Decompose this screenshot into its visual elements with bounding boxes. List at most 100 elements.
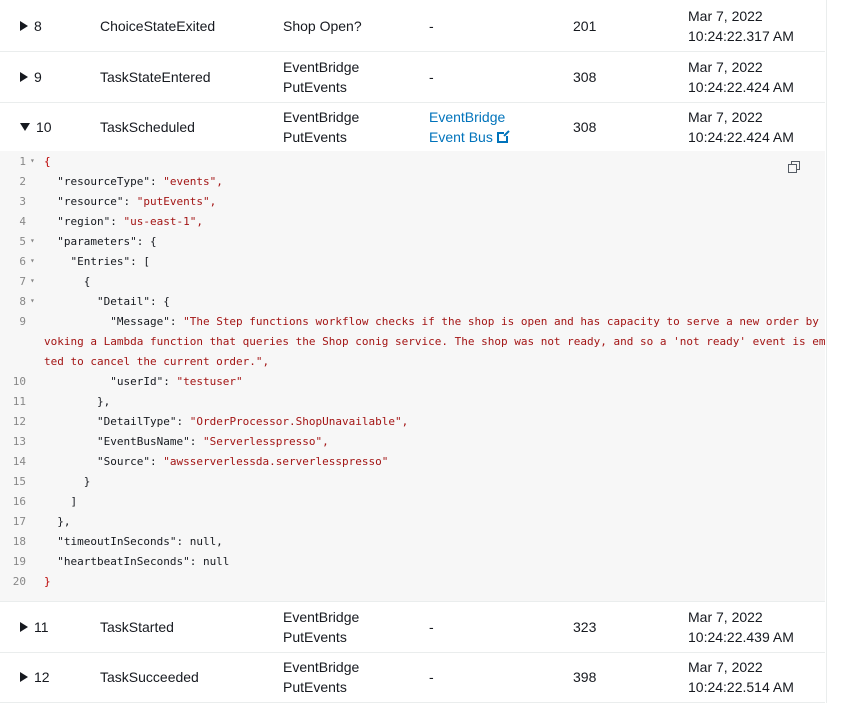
line-number: 5 <box>19 235 26 248</box>
line-number: 18 <box>12 535 26 548</box>
timestamp-time: 10:24:22.439 AM <box>688 629 794 645</box>
code-line: "Entries": [ <box>44 255 150 268</box>
event-type: TaskStateEntered <box>100 69 211 85</box>
line-number: 1 <box>19 155 26 168</box>
code-line: } <box>44 575 51 588</box>
code-line: "parameters": { <box>44 235 157 248</box>
step-name-line2: PutEvents <box>283 629 347 645</box>
line-number-gutter: 1 ▾ 2 3 4 5 ▾ 6 ▾ 7 ▾ 8 ▾ 9 10 11 12 13 14 15 16 17 18 19 20 <box>0 151 38 601</box>
copy-icon[interactable] <box>788 161 800 173</box>
resource-link-line2[interactable]: Event Bus <box>429 129 493 145</box>
line-number: 8 <box>19 295 26 308</box>
step-name-line2: PutEvents <box>283 129 347 145</box>
caret-right-icon[interactable] <box>20 72 28 82</box>
resource: - <box>429 18 434 34</box>
resource-link-line1[interactable]: EventBridge <box>429 109 505 125</box>
resource: - <box>429 669 434 685</box>
timestamp-time: 10:24:22.424 AM <box>688 129 794 145</box>
step-name-line1: EventBridge <box>283 609 360 625</box>
timestamp-date: Mar 7, 2022 <box>688 109 763 125</box>
line-number: 4 <box>19 215 26 228</box>
code-line: "resourceType": "events", <box>44 175 223 188</box>
line-number: 12 <box>12 415 26 428</box>
line-number: 17 <box>12 515 26 528</box>
table-row[interactable]: 9 TaskStateEntered EventBridge PutEvents … <box>0 52 825 103</box>
fold-toggle-icon[interactable]: ▾ <box>30 276 35 285</box>
resource: - <box>429 69 434 85</box>
fold-toggle-icon[interactable]: ▾ <box>30 236 35 245</box>
line-number: 15 <box>12 475 26 488</box>
event-id: 10 <box>36 119 52 135</box>
line-number: 19 <box>12 555 26 568</box>
line-number: 14 <box>12 455 26 468</box>
step-name-line1: EventBridge <box>283 59 360 75</box>
step-name-line1: EventBridge <box>283 659 360 675</box>
resource: - <box>429 619 434 635</box>
code-line: ted to cancel the current order.", <box>44 355 270 368</box>
code-line: ] <box>44 495 78 508</box>
event-type: TaskSucceeded <box>100 669 199 685</box>
elapsed-ms: 323 <box>573 619 597 635</box>
caret-right-icon[interactable] <box>20 21 28 31</box>
code-line: "EventBusName": "Serverlesspresso", <box>44 435 329 448</box>
event-type: ChoiceStateExited <box>100 18 216 34</box>
code-line: "timeoutInSeconds": null, <box>44 535 223 548</box>
code-line: "region": "us-east-1", <box>44 215 203 228</box>
code-line: }, <box>44 515 71 528</box>
code-line: { <box>44 155 51 168</box>
caret-right-icon[interactable] <box>20 622 28 632</box>
code-line: "userId": "testuser" <box>44 375 243 388</box>
timestamp-date: Mar 7, 2022 <box>688 609 763 625</box>
code-line: }, <box>44 395 111 408</box>
code-line: "Detail": { <box>44 295 170 308</box>
step-name-line2: PutEvents <box>283 679 347 695</box>
table-row[interactable]: 8 ChoiceStateExited Shop Open? - 201 Mar… <box>0 1 825 52</box>
table-row-expanded[interactable]: 10 TaskScheduled EventBridge PutEvents Ev… <box>0 102 825 153</box>
caret-right-icon[interactable] <box>20 672 28 682</box>
line-number: 13 <box>12 435 26 448</box>
code-line: { <box>44 275 91 288</box>
code-line: voking a Lambda function that queries th… <box>44 335 826 348</box>
external-link-icon[interactable] <box>496 130 510 143</box>
line-number: 2 <box>19 175 26 188</box>
code-line: "Message": "The Step functions workflow … <box>44 315 819 328</box>
line-number: 20 <box>12 575 26 588</box>
elapsed-ms: 308 <box>573 119 597 135</box>
timestamp-date: Mar 7, 2022 <box>688 8 763 24</box>
event-type: TaskStarted <box>100 619 174 635</box>
timestamp-date: Mar 7, 2022 <box>688 659 763 675</box>
caret-down-icon[interactable] <box>20 123 30 131</box>
line-number: 10 <box>12 375 26 388</box>
line-number: 6 <box>19 255 26 268</box>
event-id: 12 <box>34 669 50 685</box>
line-number: 16 <box>12 495 26 508</box>
timestamp-date: Mar 7, 2022 <box>688 59 763 75</box>
fold-toggle-icon[interactable]: ▾ <box>30 156 35 165</box>
elapsed-ms: 201 <box>573 18 597 34</box>
elapsed-ms: 398 <box>573 669 597 685</box>
table-row[interactable]: 11 TaskStarted EventBridge PutEvents - 32… <box>0 602 825 653</box>
timestamp-time: 10:24:22.424 AM <box>688 79 794 95</box>
fold-toggle-icon[interactable]: ▾ <box>30 256 35 265</box>
line-number: 7 <box>19 275 26 288</box>
event-id: 11 <box>34 619 49 635</box>
timestamp-time: 10:24:22.514 AM <box>688 679 794 695</box>
event-type: TaskScheduled <box>100 119 195 135</box>
code-line: "heartbeatInSeconds": null <box>44 555 230 568</box>
elapsed-ms: 308 <box>573 69 597 85</box>
step-name-line1: EventBridge <box>283 109 360 125</box>
step-name-line2: PutEvents <box>283 79 347 95</box>
fold-toggle-icon[interactable]: ▾ <box>30 296 35 305</box>
code-line: "Source": "awsserverlessda.serverlesspre… <box>44 455 389 468</box>
line-number: 11 <box>12 395 26 408</box>
event-id: 8 <box>34 18 42 34</box>
step-name: Shop Open? <box>283 18 362 34</box>
table-row[interactable]: 12 TaskSucceeded EventBridge PutEvents - … <box>0 652 825 703</box>
line-number: 9 <box>19 315 26 328</box>
code-line: "DetailType": "OrderProcessor.ShopUnavai… <box>44 415 409 428</box>
code-line: "resource": "putEvents", <box>44 195 217 208</box>
code-line: } <box>44 475 91 488</box>
events-table: 8 ChoiceStateExited Shop Open? - 201 Mar… <box>0 0 827 703</box>
json-code-viewer[interactable]: 1 ▾ 2 3 4 5 ▾ 6 ▾ 7 ▾ 8 ▾ 9 10 11 12 13 14 15 16 17 18 19 20 { "… <box>0 151 825 602</box>
line-number: 3 <box>19 195 26 208</box>
